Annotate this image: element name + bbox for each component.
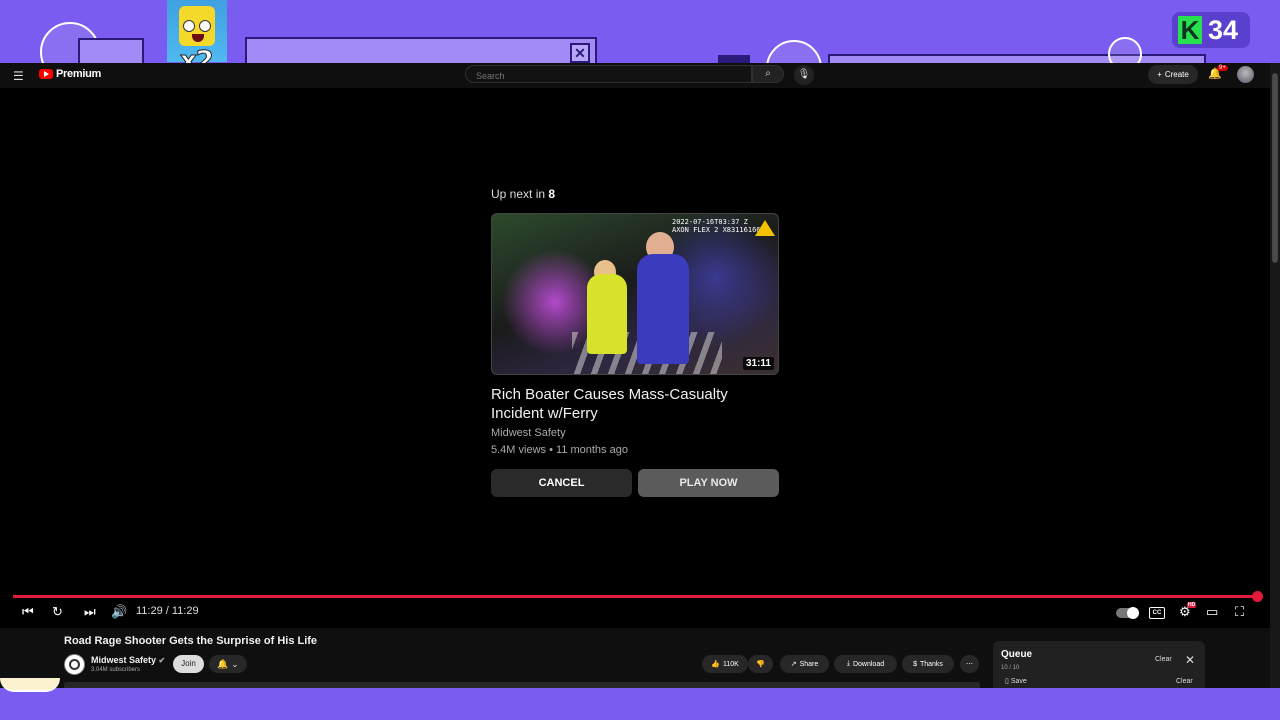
create-label: Create: [1164, 70, 1189, 79]
bodycam-timestamp: 2022-07-16T03:37 Z AXON FLEX 2 X83116166: [672, 218, 761, 234]
window-decoration: [78, 38, 144, 63]
time-display: 11:29 / 11:29: [136, 605, 199, 617]
share-icon: ↗: [790, 661, 797, 668]
close-icon: ✕: [570, 43, 590, 63]
youtube-logo[interactable]: Premium: [39, 68, 101, 80]
more-icon: ⋯: [966, 661, 973, 668]
queue-clear-button[interactable]: Clear: [1155, 656, 1172, 663]
create-button[interactable]: + Create: [1148, 65, 1198, 84]
queue-title: Queue: [1001, 649, 1033, 660]
window-decoration-wide: [245, 37, 597, 63]
window-decoration-small: [718, 55, 750, 63]
notification-badge: 9+: [1217, 65, 1228, 71]
kick-logo-icon: K: [1178, 16, 1202, 44]
cancel-button[interactable]: CANCEL: [491, 469, 632, 497]
queue-clear-button-secondary[interactable]: Clear: [1176, 678, 1193, 685]
window-decoration-right: [828, 54, 1206, 63]
thanks-button[interactable]: $ Thanks: [902, 655, 954, 673]
thanks-icon: $: [913, 660, 917, 668]
fullscreen-icon[interactable]: ⛶: [1235, 604, 1244, 620]
queue-save-button[interactable]: ▯ Save: [1005, 677, 1027, 685]
autoplay-toggle[interactable]: [1116, 607, 1139, 619]
like-button[interactable]: 👍 110K: [702, 655, 748, 673]
microphone-icon[interactable]: 🎙: [794, 65, 814, 85]
up-next-overlay: Up next in 8 2022-07-16T03:37 Z AXON FLE…: [491, 187, 781, 497]
scrubber-handle[interactable]: [1252, 591, 1263, 602]
kick-badge: K 34: [1172, 12, 1250, 48]
progress-bar[interactable]: [13, 591, 1263, 602]
channel-name[interactable]: Midwest Safety ✔: [91, 655, 165, 665]
replay-icon[interactable]: ↻: [52, 604, 63, 620]
stream-overlay-bottom: [0, 688, 1280, 720]
video-title: Road Rage Shooter Gets the Surprise of H…: [64, 635, 318, 647]
dislike-button[interactable]: 👎: [748, 655, 773, 673]
plus-icon: +: [1157, 70, 1162, 79]
watch-metadata: Road Rage Shooter Gets the Surprise of H…: [0, 628, 1270, 701]
search-box[interactable]: [465, 65, 752, 85]
close-icon[interactable]: ✕: [1185, 653, 1195, 667]
next-video-channel: Midwest Safety: [491, 427, 566, 439]
more-actions-button[interactable]: ⋯: [960, 655, 979, 673]
queue-count: 10 / 10: [1001, 665, 1020, 671]
menu-icon[interactable]: ☰: [13, 69, 24, 83]
page-scrollbar[interactable]: [1270, 63, 1280, 688]
hd-badge: HD: [1187, 602, 1197, 608]
thumbs-down-icon: 👎: [756, 661, 765, 668]
bubble-decoration: [766, 40, 822, 63]
video-duration: 31:11: [742, 357, 774, 370]
youtube-play-icon: [39, 69, 53, 79]
previous-icon[interactable]: ⏮: [22, 604, 34, 620]
next-video-title[interactable]: Rich Boater Causes Mass-Casualty Inciden…: [491, 385, 781, 423]
download-icon: ⤓: [846, 660, 850, 667]
theater-mode-icon[interactable]: ▭: [1206, 604, 1218, 620]
search-button[interactable]: ⌕: [752, 65, 784, 83]
viewer-count: 34: [1208, 14, 1239, 45]
subscriber-count: 3.04M subscribers: [91, 667, 141, 673]
overlay-decoration: [0, 678, 60, 692]
brand-label: Premium: [56, 68, 101, 80]
download-button[interactable]: ⤓ Download: [834, 655, 897, 673]
search-icon: ⌕: [765, 68, 771, 79]
youtube-page: ☰ Premium ⌕ 🎙 + Create 🔔 9+ Up next in 8…: [0, 63, 1280, 701]
join-button[interactable]: Join: [173, 655, 204, 673]
subscription-bell-button[interactable]: 🔔 ⌄: [209, 655, 247, 673]
bubble-decoration: [1108, 37, 1142, 63]
channel-avatar[interactable]: [64, 654, 85, 675]
verified-icon: ✔: [158, 656, 166, 665]
next-icon[interactable]: ⏭: [84, 604, 96, 620]
up-next-countdown: Up next in 8: [491, 187, 556, 201]
share-button[interactable]: ↗ Share: [780, 655, 829, 673]
masthead: ☰ Premium ⌕ 🎙 + Create 🔔 9+: [0, 63, 1270, 88]
thumbs-up-icon: 👍: [711, 661, 720, 668]
next-video-thumbnail[interactable]: 2022-07-16T03:37 Z AXON FLEX 2 X83116166…: [491, 213, 779, 375]
play-now-button[interactable]: PLAY NOW: [638, 469, 779, 497]
bookmark-icon: ▯: [1005, 678, 1009, 685]
next-video-meta: 5.4M views • 11 months ago: [491, 444, 628, 456]
countdown-number: 8: [548, 187, 556, 201]
search-input[interactable]: [474, 67, 738, 85]
captions-icon[interactable]: CC: [1149, 607, 1165, 619]
scrollbar-thumb[interactable]: [1272, 73, 1278, 263]
volume-icon[interactable]: 🔊: [111, 604, 127, 620]
warning-icon: [755, 220, 775, 236]
avatar[interactable]: [1237, 66, 1254, 83]
